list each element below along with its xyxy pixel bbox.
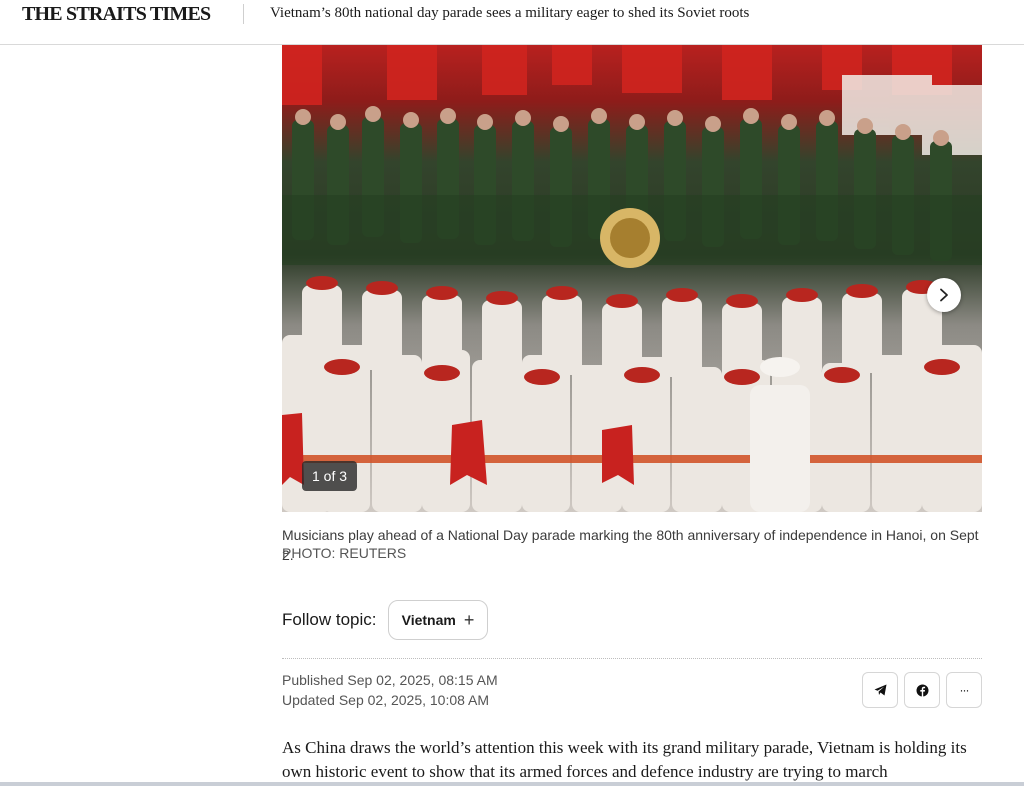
topic-name: Vietnam <box>401 612 456 628</box>
share-facebook-button[interactable] <box>904 672 940 708</box>
plus-icon: + <box>463 610 475 630</box>
gallery-counter: 1 of 3 <box>302 461 358 491</box>
telegram-icon <box>874 684 886 696</box>
updated-date: Updated Sep 02, 2025, 10:08 AM <box>282 692 490 708</box>
header-headline: Vietnam’s 80th national day parade sees … <box>270 5 750 21</box>
chevron-right-icon <box>940 288 948 302</box>
follow-topic-vietnam-button[interactable]: Vietnam + <box>388 600 488 640</box>
browser-bottom-bar <box>0 782 1024 786</box>
published-date: Published Sep 02, 2025, 08:15 AM <box>282 672 498 688</box>
share-telegram-button[interactable] <box>862 672 898 708</box>
parade-photo-illustration <box>282 45 982 512</box>
facebook-icon <box>916 684 928 696</box>
gallery-next-button[interactable] <box>927 278 961 312</box>
follow-topic-label: Follow topic: <box>282 610 377 629</box>
photo-credit: PHOTO: REUTERS <box>282 545 407 561</box>
site-header: THE STRAITS TIMES Vietnam’s 80th nationa… <box>0 0 1024 45</box>
share-more-button[interactable]: ··· <box>946 672 982 708</box>
site-logo[interactable]: THE STRAITS TIMES <box>22 3 211 26</box>
section-divider <box>282 658 982 659</box>
header-divider <box>243 4 244 24</box>
more-dots-icon: ··· <box>959 683 970 697</box>
article-paragraph: As China draws the world’s attention thi… <box>282 738 967 781</box>
gallery-photo: 1 of 3 <box>282 45 982 512</box>
